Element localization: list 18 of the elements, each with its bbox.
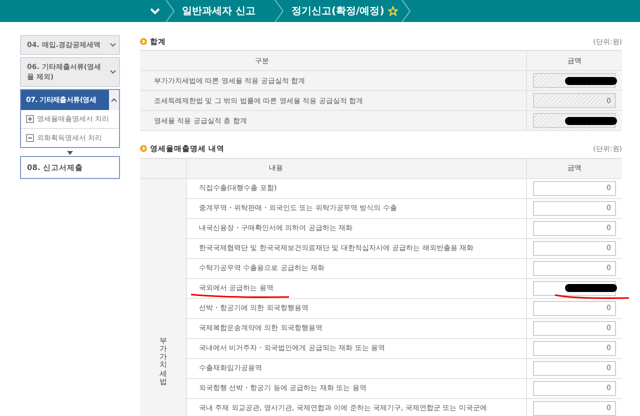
breadcrumb-separator-icon: [164, 0, 176, 22]
redaction-mark: [565, 284, 617, 292]
collapse-toggle[interactable]: [109, 90, 119, 110]
redaction-mark: [565, 116, 617, 125]
down-triangle-icon: [67, 151, 73, 155]
chevron-down-icon: [150, 7, 160, 15]
redaction-mark: [565, 76, 617, 85]
chevron-down-icon: [110, 43, 116, 47]
star-icon: [388, 6, 398, 16]
breadcrumb-separator-icon: [400, 0, 412, 22]
breadcrumb-link[interactable]: 일반과세자 신고: [182, 4, 256, 18]
chevron-down-icon: [110, 70, 116, 74]
bullet-icon: [140, 145, 147, 152]
amount-field[interactable]: [533, 280, 616, 296]
bullet-icon: [140, 38, 147, 46]
breadcrumb-separator-icon: [273, 0, 286, 22]
breadcrumb-link[interactable]: 정기신고(확정/예정): [291, 4, 384, 18]
chevron-up-icon: [111, 98, 117, 102]
